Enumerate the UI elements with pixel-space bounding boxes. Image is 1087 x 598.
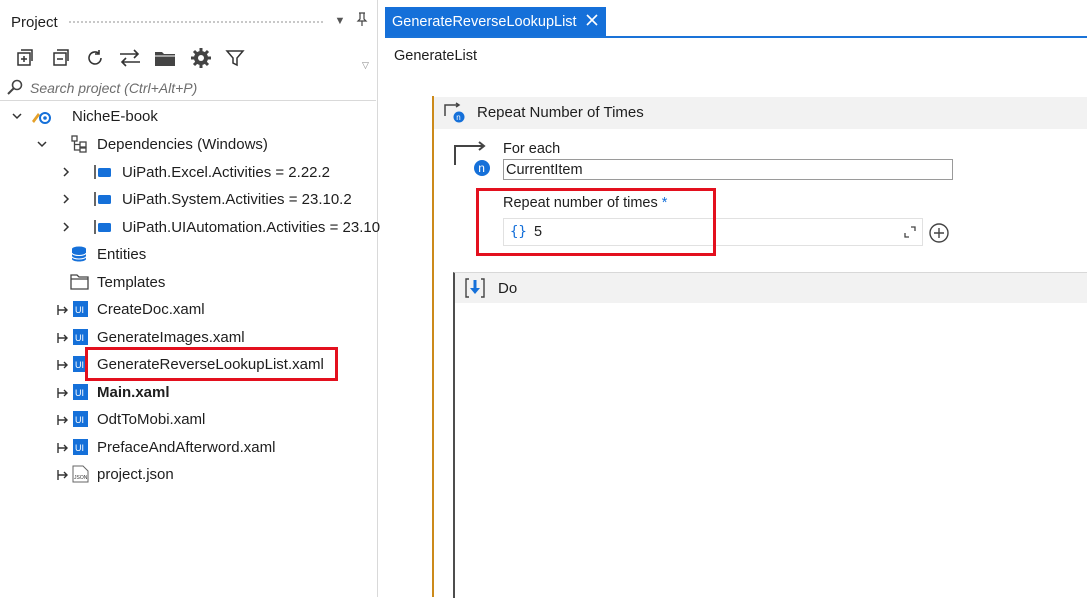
breadcrumb[interactable]: GenerateList bbox=[394, 48, 477, 64]
collapse-all-icon[interactable] bbox=[48, 46, 74, 70]
tree-item-entities[interactable]: Entities bbox=[0, 241, 377, 268]
tab-label: GenerateReverseLookupList bbox=[392, 14, 577, 30]
search-icon bbox=[6, 79, 24, 97]
tree-item-label: GenerateImages.xaml bbox=[97, 329, 245, 346]
chevron-down-icon[interactable] bbox=[36, 138, 48, 150]
xaml-file-icon: UI bbox=[73, 329, 88, 345]
add-variable-button[interactable] bbox=[927, 221, 951, 245]
do-label: Do bbox=[498, 280, 518, 297]
tree-item-label: UiPath.Excel.Activities = 2.22.2 bbox=[122, 164, 331, 181]
tree-root[interactable]: NicheE-book bbox=[0, 103, 377, 130]
do-sequence-header[interactable] bbox=[455, 273, 1087, 303]
xaml-icon-text: UI bbox=[75, 415, 84, 425]
tree-item-package[interactable]: UiPath.System.Activities = 23.10.2 bbox=[0, 186, 377, 213]
pin-icon[interactable] bbox=[354, 12, 370, 30]
package-icon bbox=[94, 165, 111, 179]
for-each-icon: n bbox=[454, 141, 490, 176]
xaml-file-icon: UI bbox=[73, 411, 88, 427]
entry-point-icon bbox=[57, 415, 68, 425]
template-folder-icon bbox=[70, 274, 89, 290]
tab-generate-reverse-lookup-list[interactable]: GenerateReverseLookupList bbox=[385, 7, 606, 36]
tree-root-label: NicheE-book bbox=[72, 108, 158, 125]
expand-editor-icon[interactable] bbox=[904, 226, 916, 238]
do-sequence-icon bbox=[465, 278, 485, 298]
sync-icon[interactable] bbox=[117, 46, 143, 70]
package-icon bbox=[94, 220, 111, 234]
xaml-icon-text: UI bbox=[75, 305, 84, 315]
search-input[interactable] bbox=[30, 78, 360, 98]
close-icon[interactable] bbox=[584, 12, 600, 28]
project-gear-icon bbox=[32, 112, 51, 124]
tree-item-templates[interactable]: Templates bbox=[0, 269, 377, 296]
for-each-label: For each bbox=[503, 141, 561, 157]
xaml-icon-text: UI bbox=[75, 360, 84, 370]
activity-title: Repeat Number of Times bbox=[477, 104, 644, 121]
do-sequence-container[interactable] bbox=[453, 272, 1087, 598]
tree-item-file[interactable]: UI OdtToMobi.xaml bbox=[0, 406, 377, 433]
chevron-down-icon[interactable] bbox=[11, 110, 23, 122]
chevron-right-icon[interactable] bbox=[60, 193, 72, 205]
chevron-right-icon[interactable] bbox=[60, 166, 72, 178]
tree-item-label: PrefaceAndAfterword.xaml bbox=[97, 439, 276, 456]
entry-point-icon bbox=[57, 360, 68, 370]
json-icon-text: JSON bbox=[74, 475, 88, 481]
panel-menu-chevron-icon[interactable]: ▼ bbox=[332, 12, 348, 30]
tree-item-label: OdtToMobi.xaml bbox=[97, 411, 206, 428]
tree-item-file[interactable]: UI CreateDoc.xaml bbox=[0, 296, 377, 323]
package-icon bbox=[94, 192, 111, 206]
entry-point-icon bbox=[57, 470, 68, 480]
xaml-file-icon: UI bbox=[73, 439, 88, 455]
entry-point-icon bbox=[57, 305, 68, 315]
panel-title: Project bbox=[11, 14, 58, 31]
tree-item-file[interactable]: UI PrefaceAndAfterword.xaml bbox=[0, 434, 377, 461]
xaml-icon-text: UI bbox=[75, 333, 84, 343]
xaml-icon-text: UI bbox=[75, 443, 84, 453]
search-bar bbox=[0, 76, 376, 101]
main-xaml-file-icon: UI bbox=[73, 384, 88, 400]
entry-point-icon bbox=[57, 333, 68, 343]
dependencies-icon bbox=[71, 135, 87, 153]
tree-item-file[interactable]: UI Main.xaml bbox=[0, 379, 377, 406]
entry-point-icon bbox=[57, 388, 68, 398]
tree-item-label: UiPath.System.Activities = 23.10.2 bbox=[122, 191, 352, 208]
svg-text:n: n bbox=[456, 113, 460, 122]
highlight-box-file bbox=[85, 347, 338, 381]
tree-item-package[interactable]: UiPath.UIAutomation.Activities = 23.10 bbox=[0, 214, 381, 241]
highlight-box-repeat bbox=[476, 188, 716, 256]
expand-all-icon[interactable] bbox=[12, 46, 38, 70]
tree-item-label: project.json bbox=[97, 466, 174, 483]
panel-drag-grip[interactable] bbox=[68, 20, 324, 25]
tree-item-package[interactable]: UiPath.Excel.Activities = 2.22.2 bbox=[0, 159, 377, 186]
folder-icon[interactable] bbox=[152, 46, 178, 70]
project-panel-header: Project ▼ bbox=[0, 8, 377, 36]
tree-item-label: Dependencies (Windows) bbox=[97, 136, 268, 153]
svg-text:n: n bbox=[478, 161, 485, 175]
chevron-right-icon[interactable] bbox=[60, 221, 72, 233]
repeat-activity-icon: n bbox=[444, 102, 465, 123]
tree-item-dependencies[interactable]: Dependencies (Windows) bbox=[0, 131, 377, 158]
settings-icon[interactable] bbox=[188, 46, 214, 70]
tree-item-label: Entities bbox=[97, 246, 147, 263]
tree-item-label: UiPath.UIAutomation.Activities = 23.10 bbox=[122, 219, 381, 236]
project-panel: Project ▼ ▽ Search project (Ctrl+Alt+P) … bbox=[0, 0, 381, 597]
project-toolbar: ▽ bbox=[0, 42, 377, 74]
refresh-icon[interactable] bbox=[82, 46, 108, 70]
tree-item-label: Templates bbox=[97, 274, 166, 291]
xaml-icon-text: UI bbox=[75, 388, 84, 398]
current-item-field[interactable] bbox=[503, 159, 953, 180]
entry-point-icon bbox=[57, 443, 68, 453]
json-file-icon: JSON bbox=[72, 465, 89, 483]
filter-icon[interactable] bbox=[222, 46, 248, 70]
tree-item-json[interactable]: JSON project.json bbox=[0, 461, 377, 488]
tree-item-label: Main.xaml bbox=[97, 384, 170, 401]
tree-item-label: CreateDoc.xaml bbox=[97, 301, 205, 318]
toolbar-overflow-icon[interactable]: ▽ bbox=[362, 60, 369, 71]
xaml-file-icon: UI bbox=[73, 301, 88, 317]
database-icon bbox=[71, 246, 87, 262]
document-tabstrip: GenerateReverseLookupList bbox=[385, 0, 1087, 38]
